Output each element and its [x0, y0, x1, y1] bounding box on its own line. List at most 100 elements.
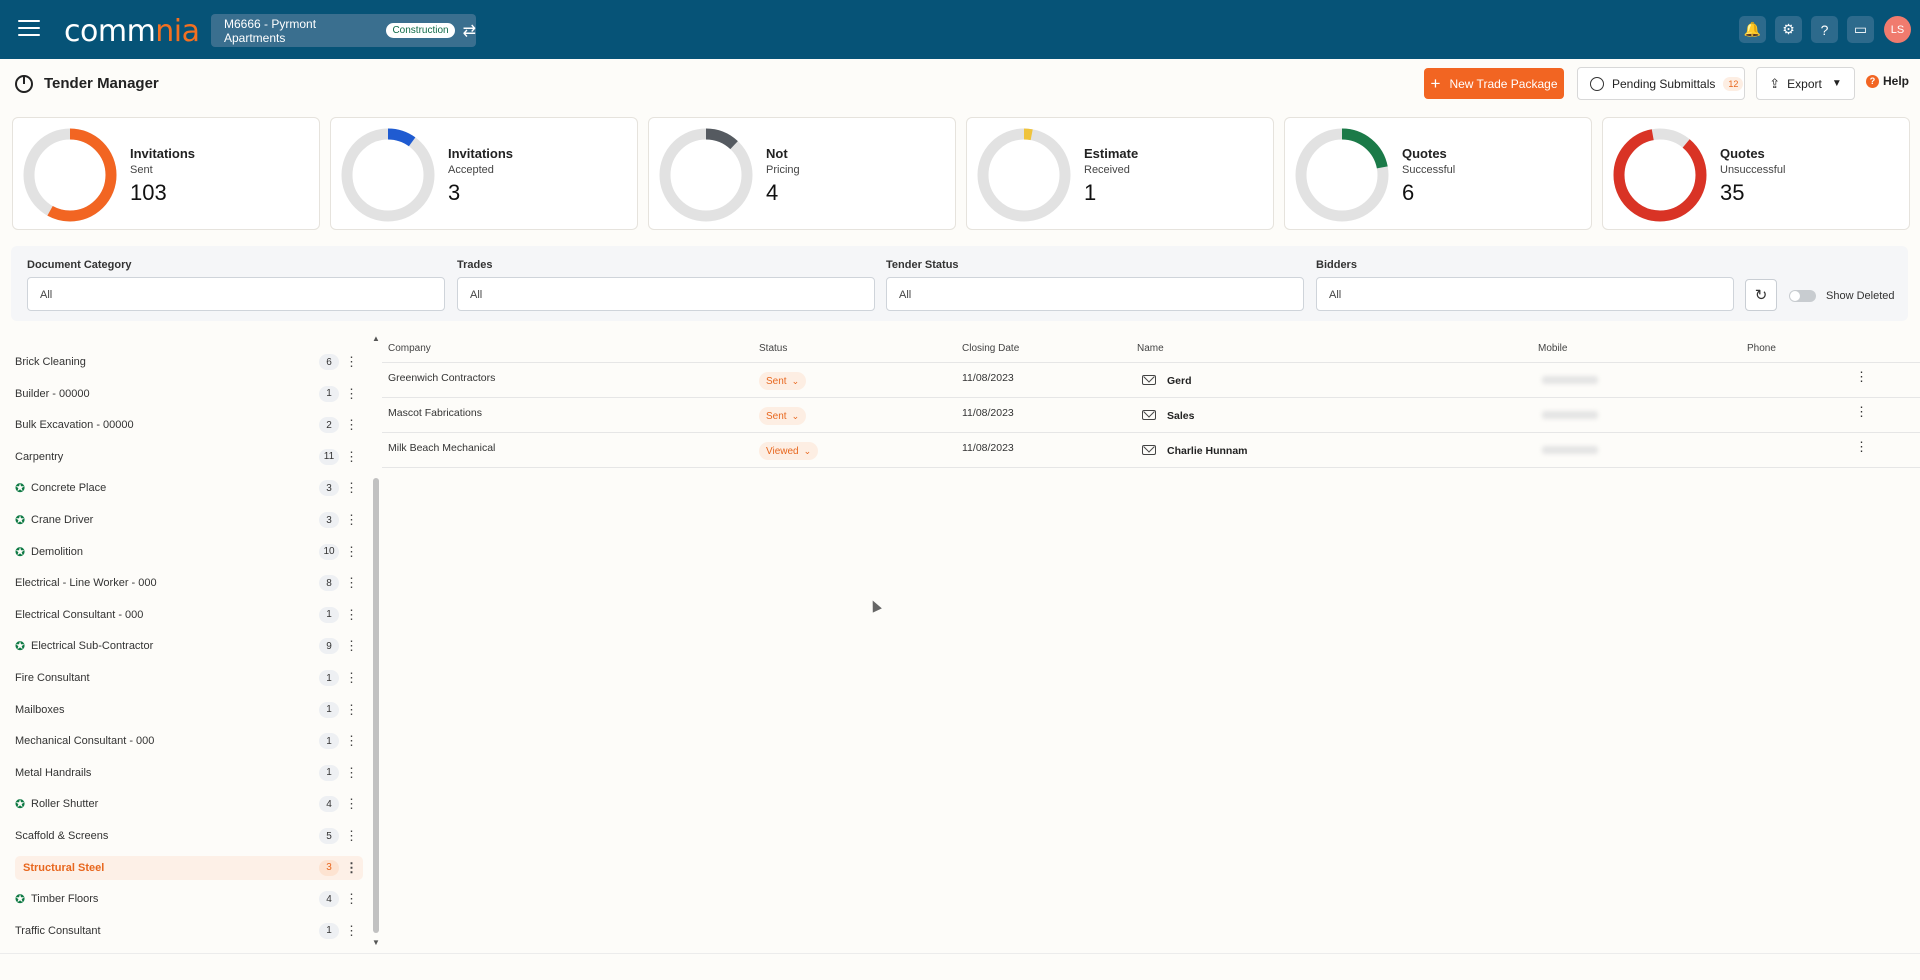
- kebab-menu-icon[interactable]: ⋮: [345, 481, 358, 494]
- kebab-menu-icon[interactable]: ⋮: [345, 734, 358, 747]
- mail-icon[interactable]: [1142, 445, 1156, 455]
- help-button[interactable]: ? Help: [1866, 74, 1909, 88]
- mail-icon[interactable]: [1142, 375, 1156, 385]
- kebab-menu-icon[interactable]: ⋮: [345, 355, 358, 368]
- pending-count-badge: 12: [1723, 76, 1744, 91]
- doc-category-label: Document Category: [27, 259, 132, 271]
- stat-card[interactable]: Quotes Unsuccessful 35: [1602, 117, 1910, 230]
- kebab-menu-icon[interactable]: ⋮: [345, 671, 358, 684]
- scrollbar-thumb[interactable]: [373, 478, 379, 933]
- sidebar-item[interactable]: Scaffold & Screens 5 ⋮: [15, 824, 360, 848]
- kebab-menu-icon[interactable]: ⋮: [345, 639, 358, 652]
- sidebar-item[interactable]: ✪ Crane Driver 3 ⋮: [15, 508, 360, 532]
- sidebar-item[interactable]: Builder - 00000 1 ⋮: [15, 382, 360, 406]
- sidebar-item[interactable]: Mailboxes 1 ⋮: [15, 698, 360, 722]
- reset-filters-button[interactable]: ↻: [1745, 279, 1777, 311]
- kebab-menu-icon[interactable]: ⋮: [345, 797, 358, 810]
- row-kebab-icon[interactable]: ⋮: [1855, 404, 1868, 420]
- kebab-menu-icon[interactable]: ⋮: [345, 703, 358, 716]
- row-kebab-icon[interactable]: ⋮: [1855, 369, 1868, 385]
- sidebar-item[interactable]: Metal Handrails 1 ⋮: [15, 761, 360, 785]
- tender-status-label: Tender Status: [886, 259, 959, 271]
- table-row[interactable]: Milk Beach Mechanical Viewed ⌄ 11/08/2023 Ch…: [382, 433, 1920, 468]
- menu-icon[interactable]: [18, 20, 40, 38]
- mail-icon[interactable]: [1142, 410, 1156, 420]
- col-phone[interactable]: Phone: [1747, 343, 1776, 354]
- kebab-menu-icon[interactable]: ⋮: [345, 608, 358, 621]
- sidebar-item[interactable]: Traffic Consultant 1 ⋮: [15, 919, 360, 943]
- status-badge[interactable]: Sent ⌄: [759, 407, 807, 425]
- logo[interactable]: commnia: [64, 14, 200, 49]
- col-status[interactable]: Status: [759, 343, 787, 354]
- kebab-menu-icon[interactable]: ⋮: [345, 513, 358, 526]
- sidebar-item[interactable]: Brick Cleaning 6 ⋮: [15, 350, 360, 374]
- trades-select[interactable]: All: [457, 277, 875, 311]
- status-badge[interactable]: Sent ⌄: [759, 372, 807, 390]
- kebab-menu-icon[interactable]: ⋮: [345, 545, 358, 558]
- kebab-menu-icon[interactable]: ⋮: [345, 387, 358, 400]
- stat-card[interactable]: Not Pricing 4: [648, 117, 956, 230]
- kebab-menu-icon[interactable]: ⋮: [345, 450, 358, 463]
- sidebar-item[interactable]: ✪ Demolition 10 ⋮: [15, 540, 360, 564]
- stat-card[interactable]: Estimate Received 1: [966, 117, 1274, 230]
- kebab-menu-icon[interactable]: ⋮: [345, 924, 358, 937]
- stat-subtitle: Received: [1084, 164, 1130, 176]
- sidebar-item[interactable]: Fire Consultant 1 ⋮: [15, 666, 360, 690]
- sidebar-item[interactable]: ✪ Electrical Sub-Contractor 9 ⋮: [15, 634, 360, 658]
- sidebar-item[interactable]: Structural Steel 3 ⋮: [15, 855, 363, 880]
- help-icon: ?: [1866, 74, 1879, 88]
- export-button[interactable]: ⇪ Export ▼: [1756, 67, 1855, 100]
- bell-icon[interactable]: 🔔: [1739, 16, 1766, 43]
- scroll-down-icon[interactable]: ▼: [372, 938, 380, 947]
- kebab-menu-icon[interactable]: ⋮: [345, 418, 358, 431]
- kebab-menu-icon[interactable]: ⋮: [345, 829, 358, 842]
- col-mobile[interactable]: Mobile: [1538, 343, 1567, 354]
- sidebar-item[interactable]: Bulk Excavation - 00000 2 ⋮: [15, 413, 360, 437]
- show-deleted-toggle[interactable]: [1789, 290, 1816, 302]
- table-row[interactable]: Mascot Fabrications Sent ⌄ 11/08/2023 Sales ⋮: [382, 398, 1920, 433]
- new-trade-package-button[interactable]: + New Trade Package: [1424, 68, 1564, 99]
- sidebar-item-count: 4: [319, 891, 339, 908]
- status-badge[interactable]: Viewed ⌄: [759, 442, 819, 460]
- sidebar-item-count: 1: [319, 701, 339, 718]
- sidebar-item[interactable]: Carpentry 11 ⋮: [15, 445, 360, 469]
- row-kebab-icon[interactable]: ⋮: [1855, 439, 1868, 455]
- gear-icon[interactable]: ⚙: [1775, 16, 1802, 43]
- kebab-menu-icon[interactable]: ⋮: [345, 861, 358, 874]
- contact-name: Sales: [1167, 410, 1195, 422]
- avatar[interactable]: LS: [1884, 16, 1911, 43]
- sidebar-item-label: Concrete Place: [31, 482, 107, 495]
- stat-subtitle: Successful: [1402, 164, 1456, 176]
- tender-status-select[interactable]: All: [886, 277, 1304, 311]
- stat-card[interactable]: Quotes Successful 6: [1284, 117, 1592, 230]
- kebab-menu-icon[interactable]: ⋮: [345, 576, 358, 589]
- sidebar-item[interactable]: ✪ Roller Shutter 4 ⋮: [15, 792, 360, 816]
- swap-icon[interactable]: ⇄: [463, 21, 476, 41]
- kebab-menu-icon[interactable]: ⋮: [345, 892, 358, 905]
- sidebar-item-label: Metal Handrails: [15, 766, 92, 779]
- doc-category-select[interactable]: All: [27, 277, 445, 311]
- col-closing-date[interactable]: Closing Date: [962, 343, 1019, 354]
- table-row[interactable]: Greenwich Contractors Sent ⌄ 11/08/2023 Gerd…: [382, 363, 1920, 398]
- sidebar-scrollbar[interactable]: ▲ ▼: [372, 334, 380, 948]
- sidebar-item[interactable]: ✪ Concrete Place 3 ⋮: [15, 476, 360, 500]
- scroll-up-icon[interactable]: ▲: [372, 334, 380, 343]
- sidebar-item[interactable]: Mechanical Consultant - 000 1 ⋮: [15, 729, 360, 753]
- footer-divider: [0, 953, 1920, 954]
- stat-card[interactable]: Invitations Accepted 3: [330, 117, 638, 230]
- help-circle-icon[interactable]: ?: [1811, 16, 1838, 43]
- sidebar-item-count: 1: [319, 733, 339, 750]
- project-selector[interactable]: M6666 - Pyrmont Apartments Construction …: [211, 14, 476, 47]
- stat-card[interactable]: Invitations Sent 103: [12, 117, 320, 230]
- sidebar-item[interactable]: Electrical Consultant - 000 1 ⋮: [15, 603, 360, 627]
- stat-value: 3: [448, 180, 461, 205]
- chat-icon[interactable]: ▭: [1847, 16, 1874, 43]
- col-company[interactable]: Company: [388, 343, 431, 354]
- col-name[interactable]: Name: [1137, 343, 1164, 354]
- sidebar-item[interactable]: ✪ Timber Floors 4 ⋮: [15, 887, 360, 911]
- stat-title: Invitations: [448, 146, 514, 161]
- kebab-menu-icon[interactable]: ⋮: [345, 766, 358, 779]
- sidebar-item[interactable]: Electrical - Line Worker - 000 8 ⋮: [15, 571, 360, 595]
- pending-submittals-button[interactable]: Pending Submittals 12: [1577, 67, 1745, 100]
- bidders-select[interactable]: All: [1316, 277, 1734, 311]
